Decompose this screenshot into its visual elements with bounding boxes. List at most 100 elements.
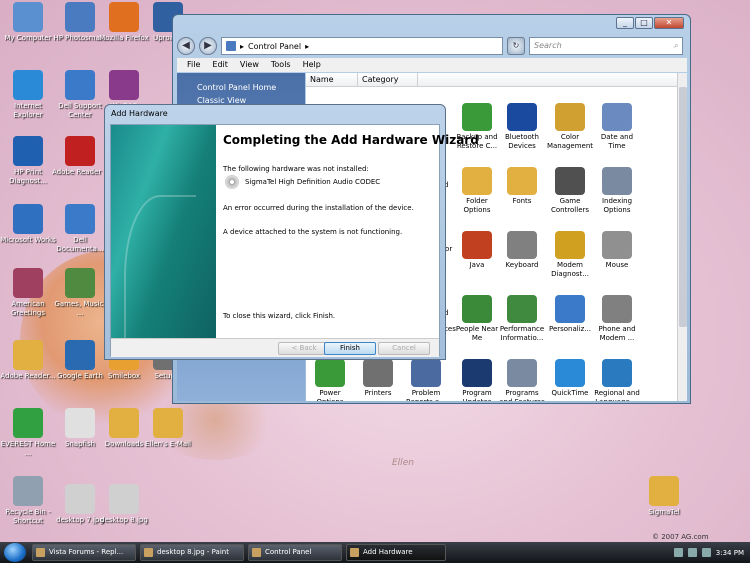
desktop-icon[interactable]: Internet Explorer [0,70,56,120]
cp-item[interactable]: People Near Me [453,295,501,343]
minimize-button[interactable]: _ [616,17,634,29]
printer-icon [363,359,393,387]
task-control-panel[interactable]: Control Panel [248,544,342,561]
start-button[interactable] [4,543,26,562]
desktop-icon[interactable]: American Greetings [0,268,56,318]
globe-icon [602,359,632,387]
menu-help[interactable]: Help [303,58,321,72]
cp-item[interactable]: Problem Reports a... [402,359,450,401]
cp-item[interactable]: Bluetooth Devices [498,103,546,151]
programs-icon [507,359,537,387]
back-button[interactable]: < Back [278,342,330,355]
cp-item-label: Modem Diagnost... [551,261,589,278]
address-input[interactable]: ▸ Control Panel ▸ [221,37,503,55]
error-text: An error occurred during the installatio… [223,204,414,212]
maximize-button[interactable]: □ [635,17,653,29]
cp-item-label: QuickTime [551,389,589,397]
refresh-button[interactable]: ↻ [507,37,525,55]
mouse-icon [602,231,632,259]
dialog-title: Add Hardware [111,109,168,118]
address-text: Control Panel [248,41,302,51]
desktop-icon-label: American Greetings [11,300,45,317]
desktop-icon[interactable]: Recycle Bin - Shortcut [0,476,56,526]
menu-tools[interactable]: Tools [271,58,291,72]
cp-item-label: Folder Options [463,197,491,214]
cp-item[interactable]: Color Management [546,103,594,151]
cp-item[interactable]: Power Options [306,359,354,401]
desktop-icon[interactable]: Dell Documenta... [52,204,108,254]
system-tray: 3:34 PM [620,542,750,563]
task-add-hardware[interactable]: Add Hardware [346,544,446,561]
personalize-icon [555,295,585,323]
back-button[interactable]: ◀ [177,37,195,55]
cp-item[interactable]: Personaliz... [546,295,594,334]
scrollbar[interactable] [677,73,687,401]
desktop-icon[interactable]: HP Print Diagnost... [0,136,56,186]
close-button[interactable]: ✕ [654,17,684,29]
computer-icon [13,2,43,32]
cp-item[interactable]: Programs and Features [498,359,546,401]
desktop-icon[interactable]: Adobe Reader 9 [52,136,108,177]
forward-button[interactable]: ▶ [199,37,217,55]
desktop-icon[interactable]: desktop 8.jpg [96,484,152,525]
cp-item[interactable]: Java [453,231,501,270]
desktop-icon[interactable]: SigmaTel [636,476,692,517]
task-vista-forums[interactable]: Vista Forums - Repl... [32,544,136,561]
cp-item[interactable]: Program Updates [453,359,501,401]
security-icon[interactable] [701,548,711,557]
sidebar-item-home[interactable]: Control Panel Home [197,83,305,92]
cp-item[interactable]: Performance Informatio... [498,295,546,343]
desktop-icon-label: EVEREST Home ... [0,440,56,457]
device-row: SigmaTel High Definition Audio CODEC [225,175,380,189]
desktop-icon-label: HP Print Diagnost... [9,168,47,185]
cp-item[interactable]: Mouse [593,231,641,270]
window-controls: _ □ ✕ [616,17,684,29]
cp-item[interactable]: Folder Options [453,167,501,215]
search-input[interactable]: Search ⌕ [529,37,683,55]
clock[interactable]: 3:34 PM [716,549,744,557]
image-file-icon [65,484,95,514]
desktop-icon-label: Internet Explorer [13,102,43,119]
cp-item[interactable]: Keyboard [498,231,546,270]
task-paint[interactable]: desktop 8.jpg - Paint [140,544,244,561]
cancel-button[interactable]: Cancel [378,342,430,355]
date-time-icon [602,103,632,131]
desktop-icon-label: Dell Documenta... [56,236,104,253]
cp-item[interactable]: Indexing Options [593,167,641,215]
image-file-icon [109,484,139,514]
scrollbar-thumb[interactable] [679,87,687,327]
column-category[interactable]: Category [358,73,418,86]
desktop-icon[interactable]: Ellen's E-Mail [140,408,196,449]
desktop-icon[interactable]: My Computer [0,2,56,43]
network-icon[interactable] [673,548,683,557]
device-name: SigmaTel High Definition Audio CODEC [245,178,381,186]
desktop-icon[interactable]: Games, Music, ... [52,268,108,318]
firefox-icon [109,2,139,32]
button-bar: < Back Finish Cancel [111,338,439,357]
desktop-icon[interactable]: Adobe Reader... [0,340,56,381]
quicktime-icon [555,359,585,387]
menu-edit[interactable]: Edit [212,58,228,72]
cp-item[interactable]: Regional and Language ... [593,359,641,401]
desktop-icon[interactable]: EVEREST Home ... [0,408,56,458]
column-name[interactable]: Name [306,73,358,86]
cp-item[interactable]: Date and Time [593,103,641,151]
finish-button[interactable]: Finish [324,342,376,355]
audio-device-icon [225,175,239,189]
cp-item[interactable]: Fonts [498,167,546,206]
cp-item[interactable]: Game Controllers [546,167,594,215]
volume-icon[interactable] [687,548,697,557]
menu-view[interactable]: View [240,58,259,72]
cp-item[interactable]: Modem Diagnost... [546,231,594,279]
add-hardware-dialog[interactable]: Add Hardware Completing the Add Hardware… [104,104,479,360]
dell-help-icon [65,204,95,234]
cp-item[interactable]: QuickTime [546,359,594,398]
menu-file[interactable]: File [187,58,200,72]
games-icon [65,268,95,298]
cp-item[interactable]: Phone and Modem ... [593,295,641,343]
adobe-reader-icon [65,136,95,166]
problem-reports-icon [411,359,441,387]
close-instructions: To close this wizard, click Finish. [223,312,336,320]
desktop-icon[interactable]: Microsoft Works [0,204,56,245]
cp-item[interactable]: Printers [354,359,402,398]
